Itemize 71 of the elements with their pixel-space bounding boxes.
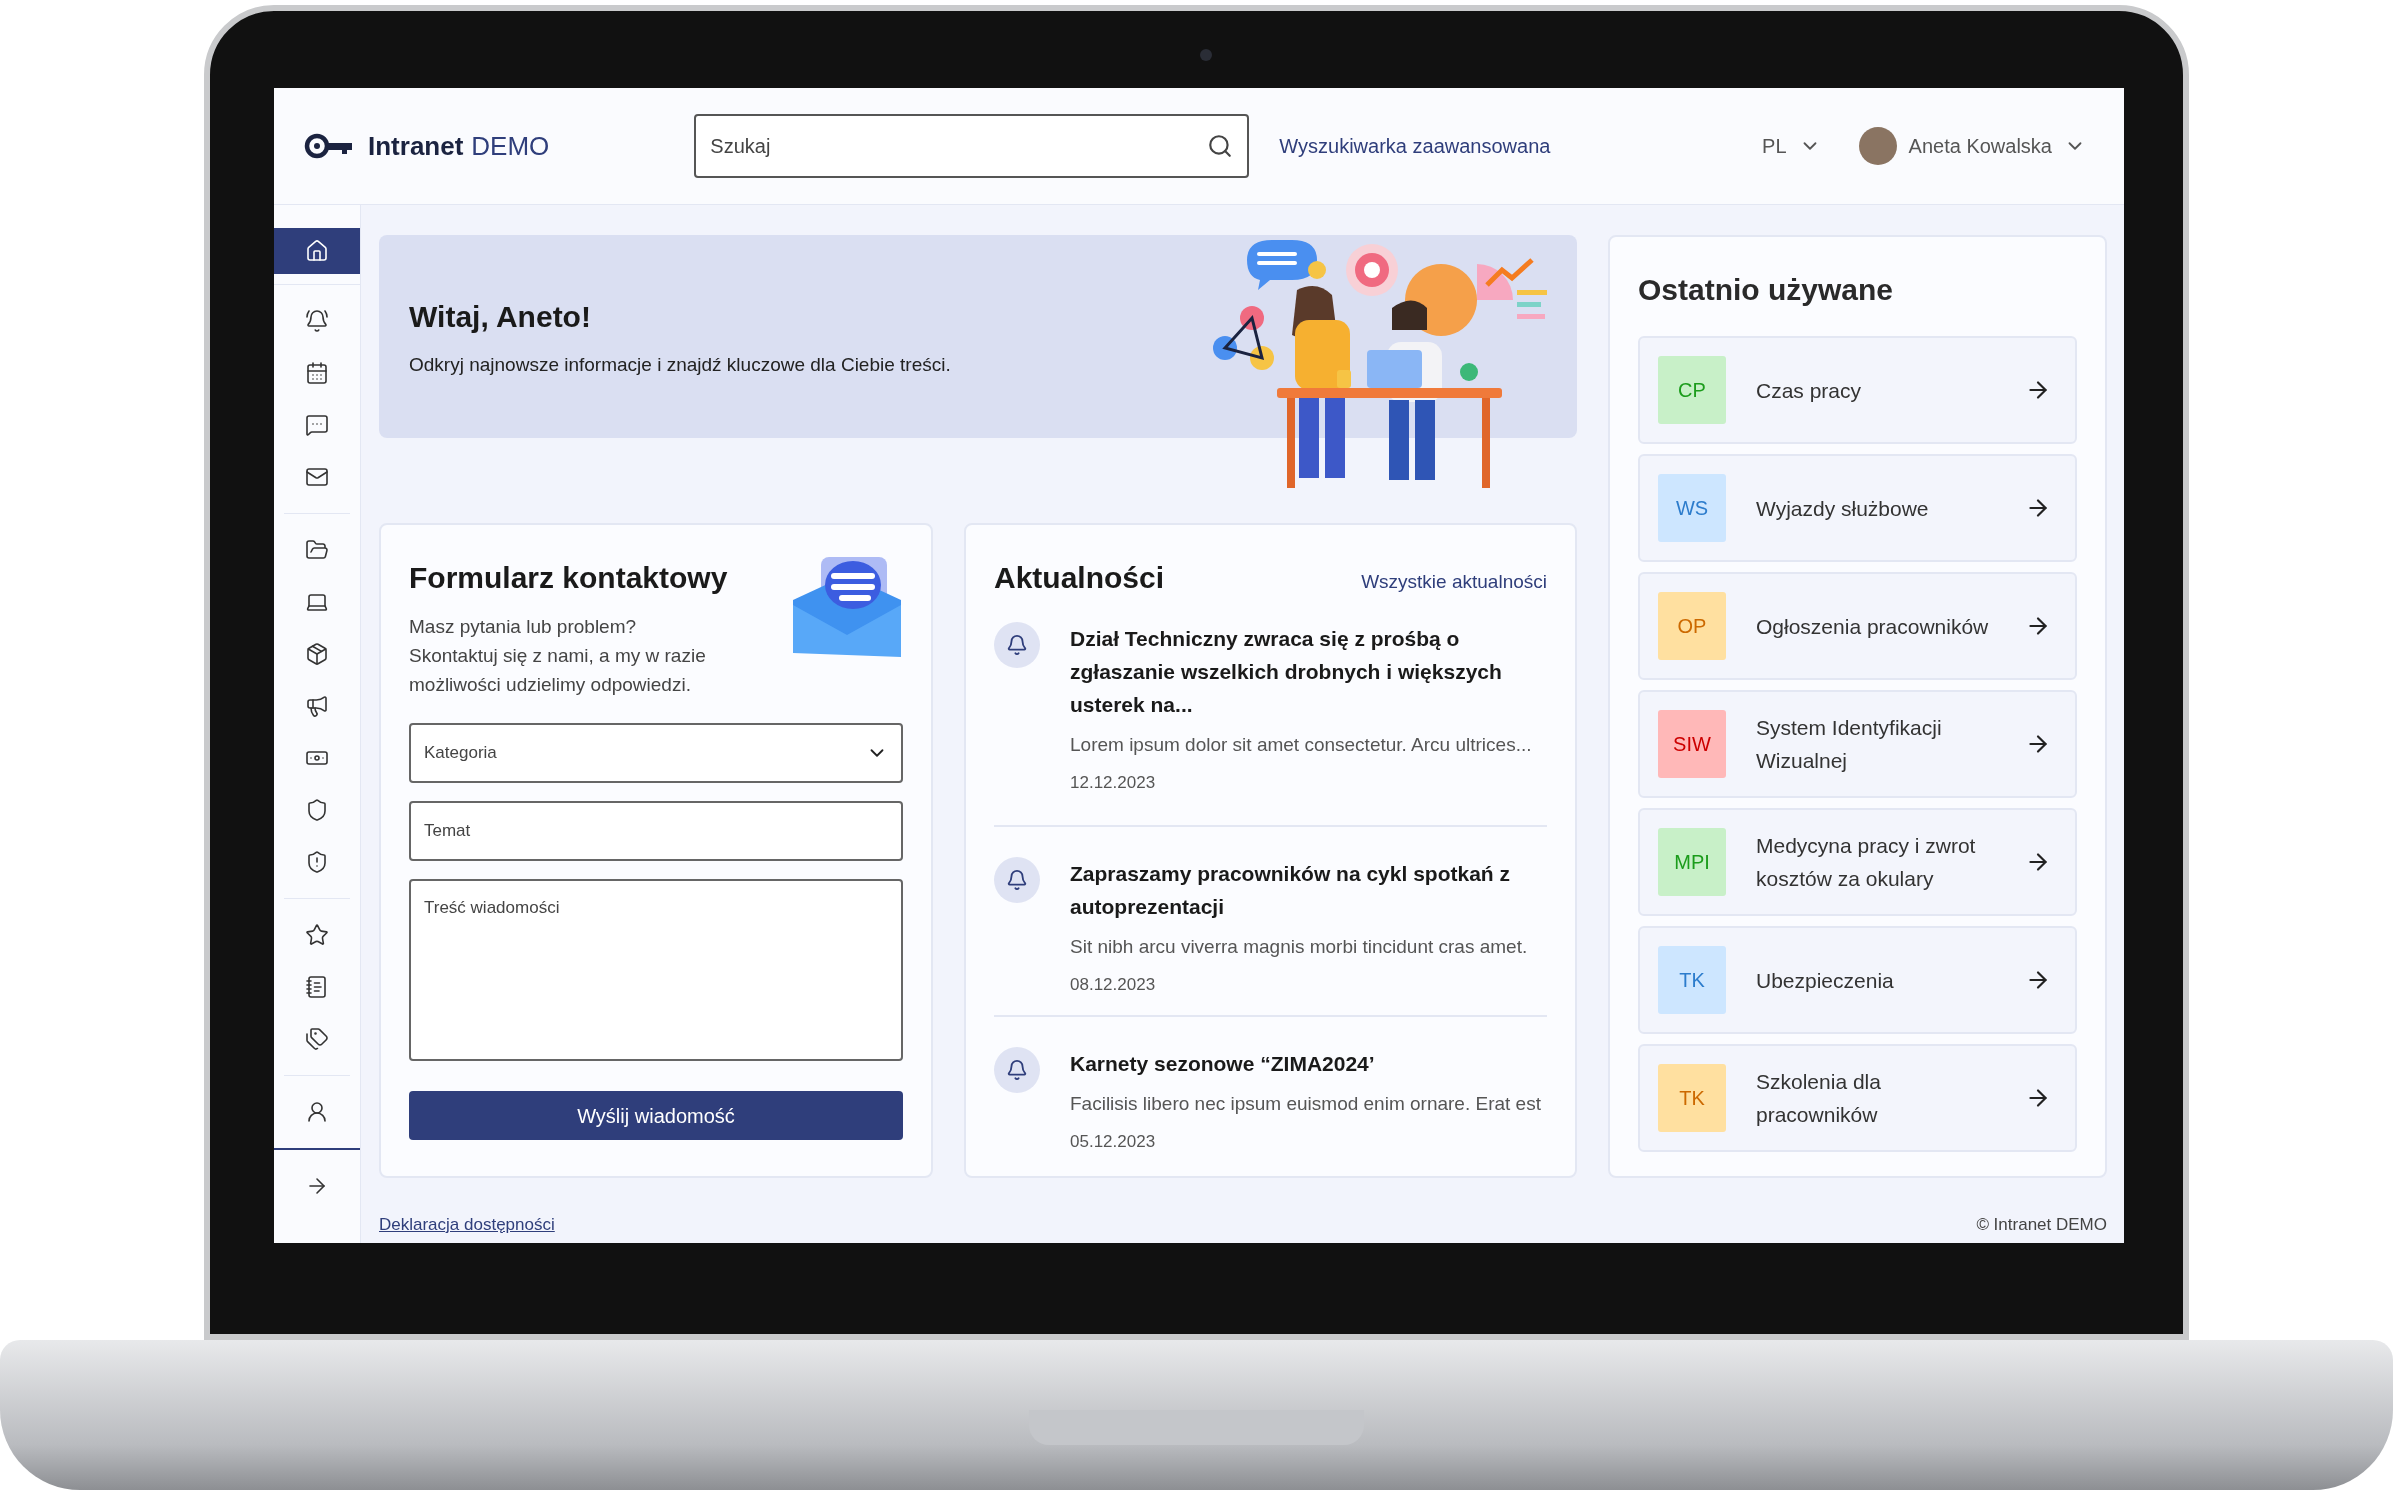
welcome-title: Witaj, Aneto! [409, 298, 592, 335]
sidebar-item[interactable] [274, 228, 360, 274]
logo-text: Intranet [368, 129, 464, 163]
item-label: Medycyna pracy i zwrot kosztów za okulary [1756, 833, 1977, 892]
news-title: Dział Techniczny zwraca się z prośbą o zgłaszanie wszelkich drobnych i większych usterek na... [1070, 626, 1503, 718]
card-description: Masz pytania lub problem? Skontaktuj się z nami, a my w razie możliwości udzielimy odpowiedzi. [409, 615, 707, 697]
item-badge: CP [1658, 356, 1726, 424]
recent-item[interactable]: CP Czas pracy [1638, 336, 2077, 444]
recent-item[interactable]: TK Ubezpieczenia [1638, 926, 2077, 1034]
advanced-search-link[interactable]: Wyszukiwarka zaawansowana [1279, 131, 1551, 161]
recent-item[interactable]: MPI Medycyna pracy i zwrot kosztów za okulary [1638, 808, 2077, 916]
news-date: 12.12.2023 [1070, 771, 1157, 794]
search-field[interactable]: Szukaj [694, 114, 1250, 178]
folder-icon [305, 538, 329, 562]
recent-item[interactable]: TK Szkolenia dla pracowników [1638, 1044, 2077, 1152]
shield-alert-icon [305, 850, 329, 874]
copyright-text: © Intranet DEMO [1976, 1214, 2107, 1236]
item-label: Ogłoszenia pracowników [1756, 613, 1989, 640]
item-badge: OP [1658, 592, 1726, 660]
news-excerpt: Lorem ipsum dolor sit amet consectetur. Arcu ultrices... [1070, 733, 1532, 757]
news-excerpt: Sit nibh arcu viverra magnis morbi tincidunt cras amet. [1070, 935, 1528, 959]
item-badge: TK [1658, 1064, 1726, 1132]
megaphone-icon [305, 694, 329, 718]
camera-icon [1200, 49, 1212, 61]
recent-item[interactable]: OP Ogłoszenia pracowników [1638, 572, 2077, 680]
person-icon [305, 1100, 329, 1124]
recent-item[interactable]: WS Wyjazdy służbowe [1638, 454, 2077, 562]
news-excerpt: Facilisis libero nec ipsum euismod enim ornare. Erat est [1070, 1092, 1541, 1116]
all-news-link[interactable]: Wszystkie aktualności [1361, 568, 1547, 597]
news-title: Karnety sezonowe “ZIMA2024’ [1070, 1051, 1376, 1077]
home-icon [305, 239, 329, 263]
item-label: Ubezpieczenia [1756, 967, 1894, 994]
send-button[interactable]: Wyślij wiadomość [409, 1091, 903, 1140]
item-badge: SIW [1658, 710, 1726, 778]
bell-icon [305, 309, 329, 333]
card-title: Ostatnio używane [1638, 272, 1895, 308]
welcome-text: Odkryj najnowsze informacje i znajdź kluczowe dla Ciebie treści. [409, 352, 952, 377]
news-date: 08.12.2023 [1070, 973, 1157, 996]
mail-icon [305, 465, 329, 489]
bell-icon [1006, 634, 1028, 656]
star-icon [305, 923, 329, 947]
chat-icon [305, 413, 329, 437]
bell-icon [1006, 869, 1028, 891]
user-menu[interactable]: Aneta Kowalska [1858, 127, 2086, 165]
bell-icon [1006, 1059, 1028, 1081]
notebook-icon [305, 975, 329, 999]
item-label: System Identyfikacji Wizualnej [1756, 715, 1943, 774]
tags-icon [305, 1027, 329, 1051]
item-label: Czas pracy [1756, 377, 1862, 404]
card-title: Formularz kontaktowy [409, 560, 729, 596]
shield-icon [305, 798, 329, 822]
language-dropdown[interactable]: PL [1762, 131, 1821, 161]
recent-item[interactable]: SIW System Identyfikacji Wizualnej [1638, 690, 2077, 798]
logo-accent: DEMO [471, 129, 550, 163]
subject-field[interactable]: Temat [409, 801, 903, 861]
calendar-icon [305, 361, 329, 385]
avatar [1858, 127, 1897, 165]
box-icon [305, 642, 329, 666]
item-badge: TK [1658, 946, 1726, 1014]
key-logo-icon [304, 133, 354, 159]
accessibility-link[interactable]: Deklaracja dostępności [379, 1212, 555, 1238]
item-badge: WS [1658, 474, 1726, 542]
category-select[interactable]: Kategoria [409, 723, 903, 783]
search-icon [1207, 133, 1234, 159]
message-field[interactable]: Treść wiadomości [409, 879, 903, 1061]
item-badge: MPI [1658, 828, 1726, 896]
card-title: Aktualności [994, 560, 1165, 596]
news-title: Zapraszamy pracowników na cykl spotkań z autoprezentacji [1070, 861, 1511, 920]
news-date: 05.12.2023 [1070, 1130, 1157, 1153]
item-label: Wyjazdy służbowe [1756, 495, 1929, 522]
item-label: Szkolenia dla pracowników [1756, 1069, 1882, 1128]
